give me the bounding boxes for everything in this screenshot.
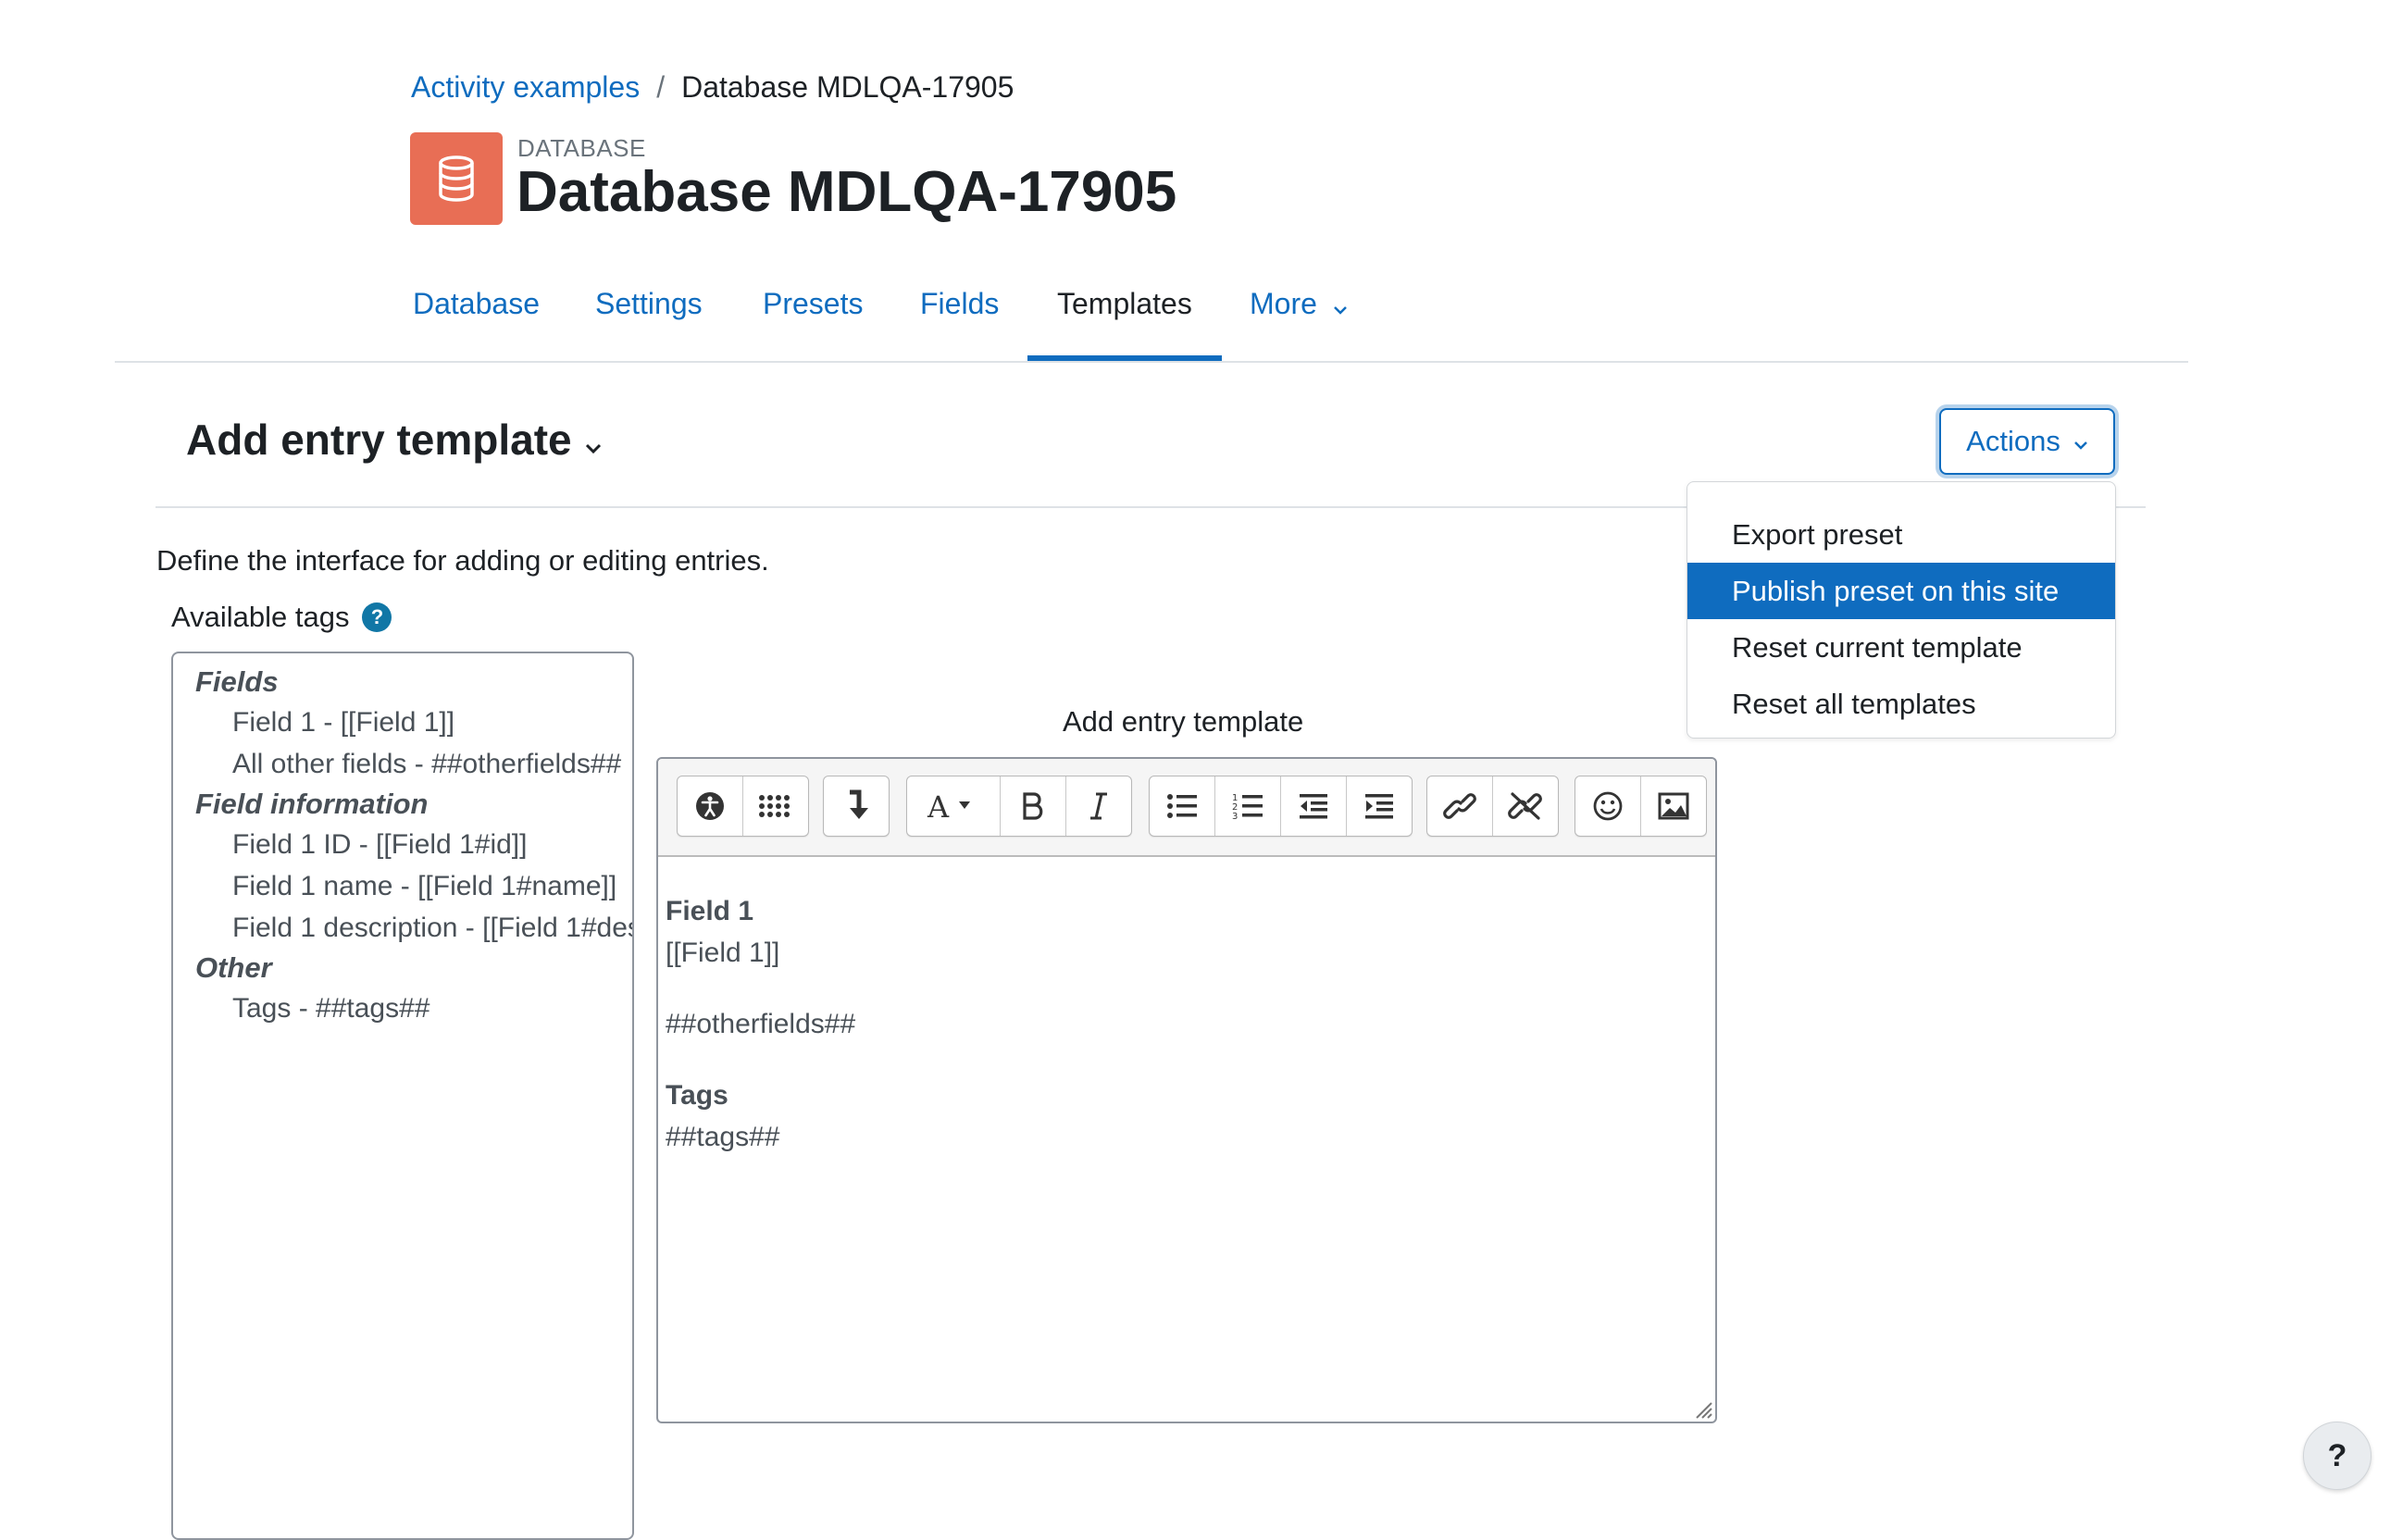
image-icon[interactable] (1641, 776, 1706, 836)
tab-settings[interactable]: Settings (595, 287, 703, 343)
tags-group-label: Other (195, 951, 272, 984)
breadcrumb-separator: / (656, 70, 666, 104)
template-description: Define the interface for adding or editi… (156, 544, 769, 577)
toolbar-group (1575, 776, 1707, 837)
menu-item-reset-all-templates[interactable]: Reset all templates (1687, 676, 2115, 732)
database-icon (410, 132, 503, 225)
tag-option[interactable]: Field 1 description - [[Field 1#descript… (173, 907, 632, 949)
chevron-down-icon (585, 415, 602, 465)
screenreader-helper-icon[interactable] (743, 776, 808, 836)
chevron-down-icon (1333, 289, 1348, 323)
show-more-buttons-icon[interactable] (824, 776, 889, 836)
active-tab-indicator (1027, 355, 1222, 361)
editor-content-area[interactable]: Field 1 [[Field 1]] ##otherfields## Tags… (666, 890, 1715, 1158)
menu-item-reset-current-template[interactable]: Reset current template (1687, 619, 2115, 676)
resize-grip-icon[interactable] (1693, 1399, 1713, 1420)
menu-item-export-preset[interactable]: Export preset (1687, 506, 2115, 563)
template-selector[interactable]: Add entry template (186, 415, 602, 465)
editor-toolbar: A 123 (658, 759, 1715, 857)
tab-database[interactable]: Database (413, 287, 540, 343)
actions-button[interactable]: Actions (1939, 408, 2115, 475)
editor-spacer (666, 974, 1715, 1003)
tag-option[interactable]: All other fields - ##otherfields## (173, 743, 632, 785)
toolbar-group: 123 (1149, 776, 1413, 837)
breadcrumb-current: Database MDLQA-17905 (681, 70, 1015, 104)
actions-button-label: Actions (1966, 425, 2060, 457)
editor-tags-heading: Tags (666, 1080, 728, 1111)
indent-icon[interactable] (1347, 776, 1412, 836)
toolbar-group (677, 776, 809, 837)
tab-presets[interactable]: Presets (763, 287, 863, 343)
editor-spacer (666, 1045, 1715, 1074)
available-tags-label: Available tags ? (171, 601, 392, 634)
chevron-down-icon (2073, 425, 2088, 458)
available-tags-list[interactable]: Fields Field 1 - [[Field 1]] All other f… (171, 652, 634, 1540)
help-icon[interactable]: ? (362, 602, 392, 632)
tag-option[interactable]: Field 1 - [[Field 1]] (173, 702, 632, 743)
toolbar-group: A (906, 776, 1132, 837)
breadcrumb: Activity examples / Database MDLQA-17905 (411, 70, 1014, 105)
accessibility-checker-icon[interactable] (678, 776, 743, 836)
ordered-list-icon[interactable]: 123 (1215, 776, 1281, 836)
tab-more-label: More (1250, 287, 1317, 320)
editor-field-heading: Field 1 (666, 896, 754, 926)
outdent-icon[interactable] (1281, 776, 1347, 836)
editor-otherfields-tag: ##otherfields## (666, 1009, 856, 1039)
svg-text:3: 3 (1232, 812, 1238, 821)
available-tags-text: Available tags (171, 601, 350, 633)
unlink-icon[interactable] (1493, 776, 1558, 836)
breadcrumb-link-activity-examples[interactable]: Activity examples (411, 70, 640, 105)
actions-dropdown-menu: Export preset Publish preset on this sit… (1687, 481, 2116, 739)
help-button[interactable]: ? (2303, 1422, 2371, 1490)
link-icon[interactable] (1427, 776, 1493, 836)
bold-icon[interactable] (1001, 776, 1066, 836)
tag-option[interactable]: Field 1 ID - [[Field 1#id]] (173, 824, 632, 865)
editor-field-tag: [[Field 1]] (666, 938, 780, 968)
tag-option[interactable]: Tags - ##tags## (173, 987, 632, 1029)
emoji-icon[interactable] (1575, 776, 1641, 836)
template-editor: A 123 Field 1 [[Field 1]] ##otherfields#… (656, 757, 1717, 1423)
tab-fields[interactable]: Fields (920, 287, 999, 343)
italic-icon[interactable] (1066, 776, 1131, 836)
editor-tags-tag: ##tags## (666, 1122, 780, 1152)
template-selector-title: Add entry template (186, 416, 572, 464)
tag-option[interactable]: Field 1 name - [[Field 1#name]] (173, 865, 632, 907)
toolbar-group (1426, 776, 1559, 837)
page-title: Database MDLQA-17905 (517, 160, 1177, 224)
toolbar-group (823, 776, 890, 837)
tags-group-label: Field information (195, 788, 429, 820)
menu-item-publish-preset[interactable]: Publish preset on this site (1687, 563, 2115, 619)
tags-group-label: Fields (195, 665, 279, 698)
editor-label: Add entry template (1063, 705, 1304, 738)
font-style-icon[interactable]: A (907, 776, 1001, 836)
svg-text:A: A (927, 790, 950, 822)
secondary-navigation: Database Settings Presets Fields Templat… (115, 268, 2188, 363)
tab-templates[interactable]: Templates (1057, 287, 1192, 343)
tab-more[interactable]: More (1250, 287, 1348, 345)
unordered-list-icon[interactable] (1150, 776, 1215, 836)
